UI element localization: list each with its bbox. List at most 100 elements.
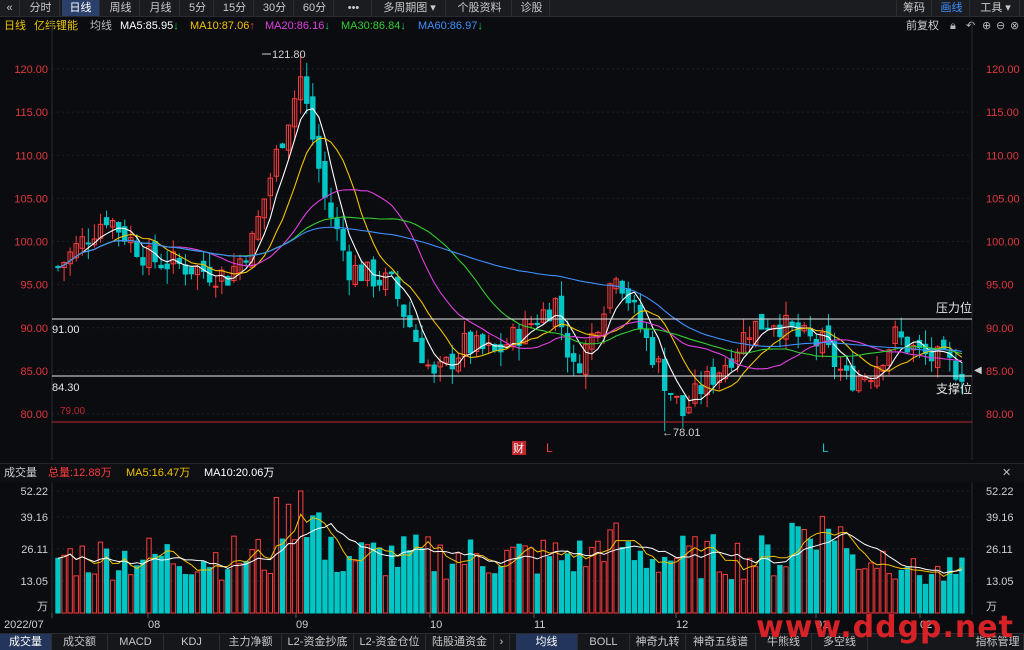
kline-chart[interactable]: 120.00 120.00 115.00 115.00 110.00 110.00 105.… <box>0 0 1024 649</box>
volume-bar <box>625 541 631 614</box>
price-axis-label-left: 120.00 <box>14 64 48 76</box>
tab-kdj[interactable]: KDJ <box>164 634 220 650</box>
candle-body <box>140 257 146 266</box>
candle-body <box>643 329 650 339</box>
scroll-right-icon[interactable]: › <box>494 634 510 650</box>
volume-bar <box>898 569 904 614</box>
volume-bar <box>425 536 431 614</box>
volume-bar <box>837 526 844 614</box>
volume-ma5: MA5:16.47万 <box>126 467 191 479</box>
candle-body <box>388 271 395 275</box>
site-watermark: www.ddgp.net <box>756 610 1014 645</box>
volume-axis-label-right: 26.11 <box>986 544 1013 556</box>
volume-bar <box>777 564 783 614</box>
volume-bar <box>789 522 795 614</box>
ma5-line <box>57 107 963 402</box>
price-axis-label-right: 110.00 <box>986 150 1019 162</box>
volume-bar <box>959 557 965 614</box>
volume-ma10: MA10:20.06万 <box>204 467 275 479</box>
tab-ma[interactable]: 均线 <box>516 634 578 650</box>
candle-body <box>449 353 456 370</box>
volume-bar <box>856 568 862 614</box>
volume-bar <box>649 558 656 614</box>
price-axis-label-right: 95.00 <box>986 280 1014 292</box>
candle-body <box>467 331 474 354</box>
volume-bar <box>607 529 613 614</box>
candle-body <box>668 392 674 395</box>
candle-body <box>649 337 656 365</box>
volume-bar <box>395 566 401 614</box>
tab-l2-bottom[interactable]: L2-资金抄底 <box>282 634 354 650</box>
candle-body <box>674 395 680 398</box>
volume-bar <box>498 565 504 614</box>
candle-body <box>188 267 195 275</box>
close-indicator-icon[interactable]: ✕ <box>1002 464 1011 482</box>
volume-bar <box>874 567 880 614</box>
candle-body <box>158 264 164 269</box>
price-axis-label-left: 105.00 <box>14 193 48 205</box>
tab-nine-turn[interactable]: 神奇九转 <box>630 634 686 650</box>
candle-body <box>340 228 346 251</box>
candle-body <box>310 96 316 140</box>
candle-body <box>425 364 431 367</box>
tab-volume[interactable]: 成交量 <box>0 634 52 650</box>
volume-bar <box>61 554 67 614</box>
volume-bar <box>328 536 334 614</box>
volume-bar <box>534 573 540 614</box>
candles <box>55 53 965 432</box>
tab-boll[interactable]: BOLL <box>578 634 630 650</box>
volume-bar <box>170 563 176 614</box>
volume-bar <box>461 563 468 614</box>
candle-body <box>376 279 383 286</box>
candle-body <box>698 384 704 395</box>
volume-bar <box>765 544 771 614</box>
tab-main-net[interactable]: 主力净额 <box>220 634 282 650</box>
volume-bar <box>467 539 474 614</box>
volume-bar <box>947 557 953 614</box>
volume-bar <box>291 539 298 614</box>
candle-body <box>431 364 437 374</box>
tab-northbound[interactable]: 陆股通资金 <box>426 634 494 650</box>
limit-marker-2: L <box>822 441 829 455</box>
price-axis-label-left: 90.00 <box>20 323 48 335</box>
volume-bar <box>115 570 122 614</box>
tab-macd[interactable]: MACD <box>108 634 164 650</box>
tab-five-line[interactable]: 神奇五线谱 <box>686 634 756 650</box>
candle-body <box>570 353 577 362</box>
volume-axis-label-left: 52.22 <box>20 486 48 498</box>
volume-bar <box>710 534 716 614</box>
volume-bar <box>91 573 98 614</box>
volume-total: 总量:12.88万 <box>48 467 112 479</box>
volume-bar <box>200 561 207 614</box>
candle-body <box>959 373 965 382</box>
price-axis-label-right: 85.00 <box>986 366 1014 378</box>
volume-bar <box>237 563 243 614</box>
volume-axis-label-right: 13.05 <box>986 576 1014 588</box>
volume-bar <box>376 547 383 614</box>
candle-body <box>898 331 904 338</box>
candle-body <box>401 304 407 317</box>
candle-body <box>631 299 638 303</box>
resistance-label: 压力位 <box>936 300 972 315</box>
candle-body <box>413 329 419 342</box>
volume-bar <box>728 579 735 614</box>
volume-bar <box>473 553 480 614</box>
volume-bar <box>231 535 237 614</box>
volume-bar <box>783 566 789 614</box>
price-axis-label-right: 90.00 <box>986 323 1014 335</box>
volume-bar <box>795 526 801 614</box>
volume-title[interactable]: 成交量 <box>4 464 37 482</box>
volume-bar <box>449 563 456 614</box>
volume-bar <box>637 550 644 614</box>
tab-l2-position[interactable]: L2-资金仓位 <box>354 634 426 650</box>
volume-bar <box>619 546 625 614</box>
volume-bar <box>213 552 219 614</box>
volume-bar <box>194 571 201 614</box>
tab-turnover[interactable]: 成交额 <box>52 634 108 650</box>
volume-bar <box>868 562 874 614</box>
volume-axis-label-right: 52.22 <box>986 486 1014 498</box>
volume-bar <box>322 559 328 614</box>
date-label: 2022/07 <box>4 619 44 631</box>
candle-body <box>328 202 334 218</box>
volume-bar <box>558 560 565 614</box>
